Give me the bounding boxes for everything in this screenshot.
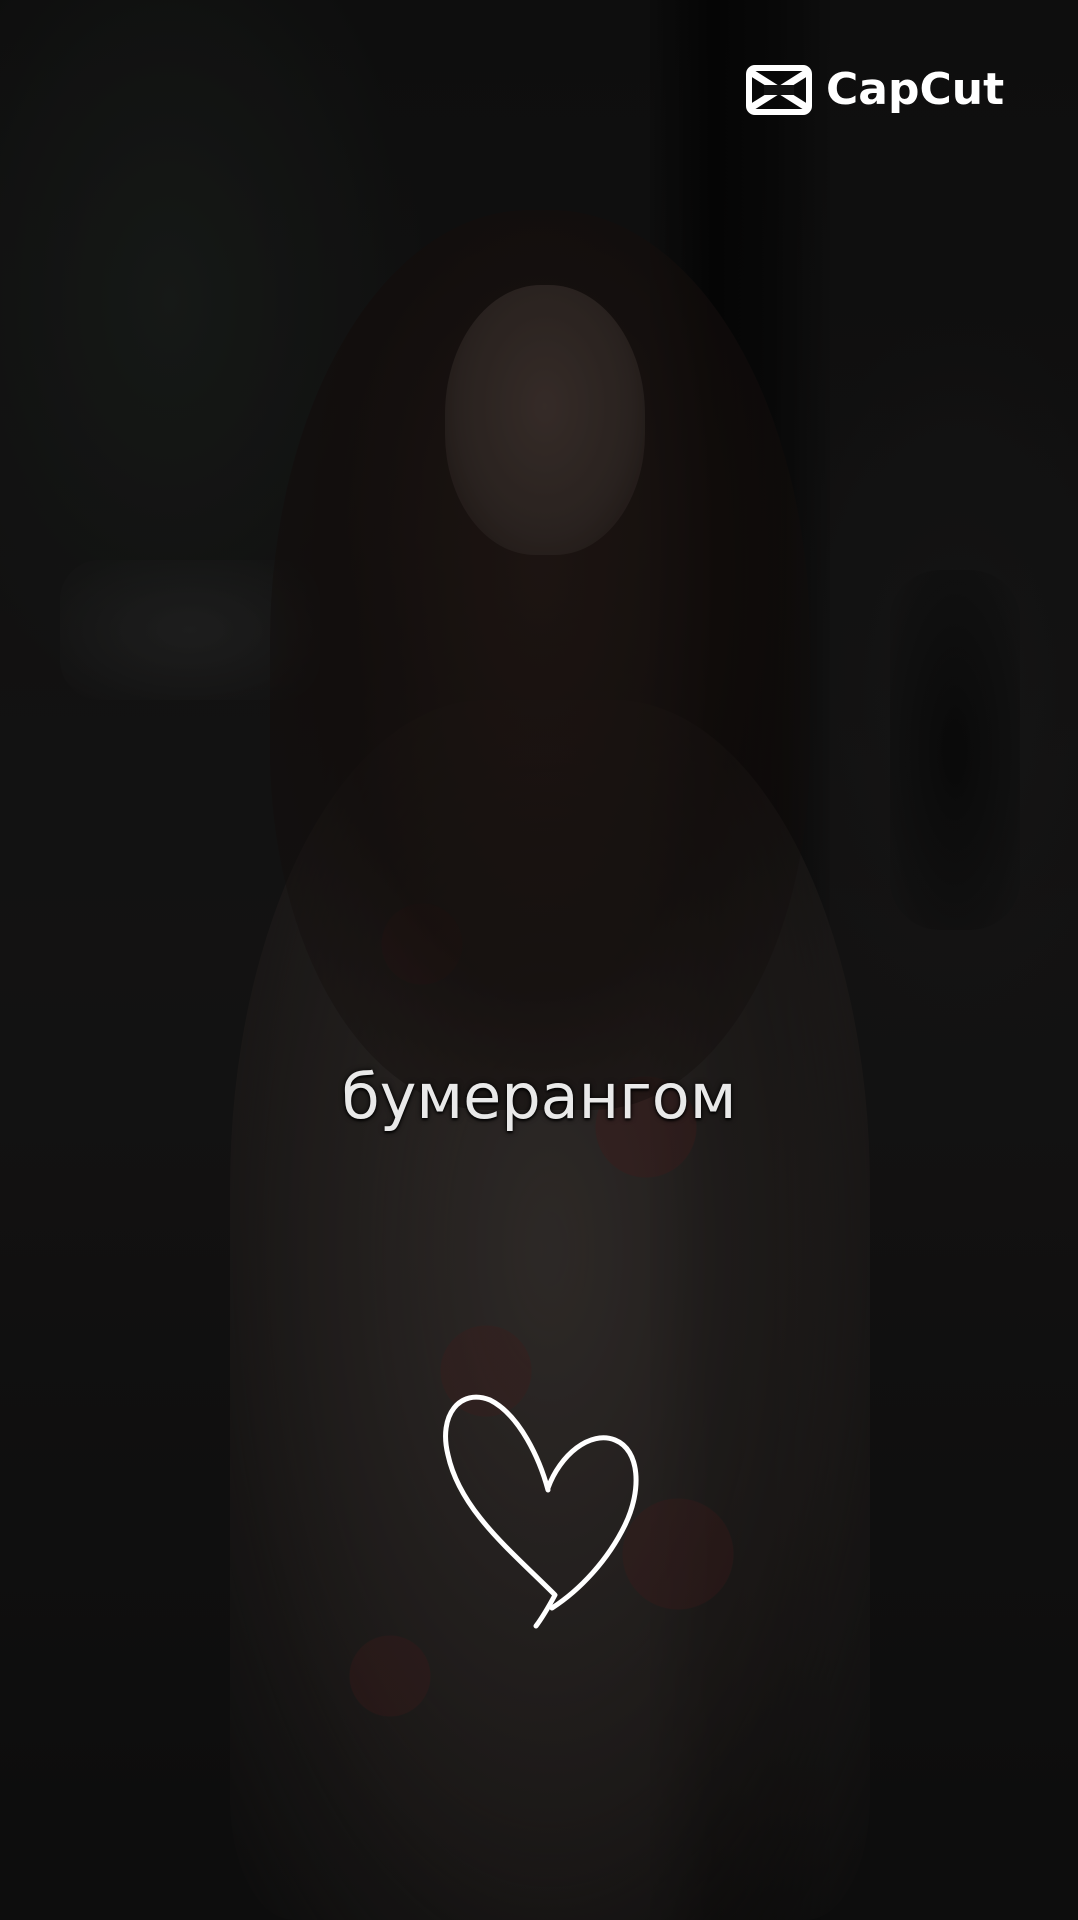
capcut-watermark: CapCut bbox=[746, 62, 1004, 118]
heart-outline-icon bbox=[430, 1360, 650, 1630]
capcut-logo-text: CapCut bbox=[826, 64, 1005, 115]
dark-overlay bbox=[0, 0, 1078, 1920]
capcut-logo-icon bbox=[746, 65, 812, 115]
video-frame: CapCut бумерангом bbox=[0, 0, 1078, 1920]
lyric-caption: бумерангом bbox=[341, 1060, 737, 1133]
